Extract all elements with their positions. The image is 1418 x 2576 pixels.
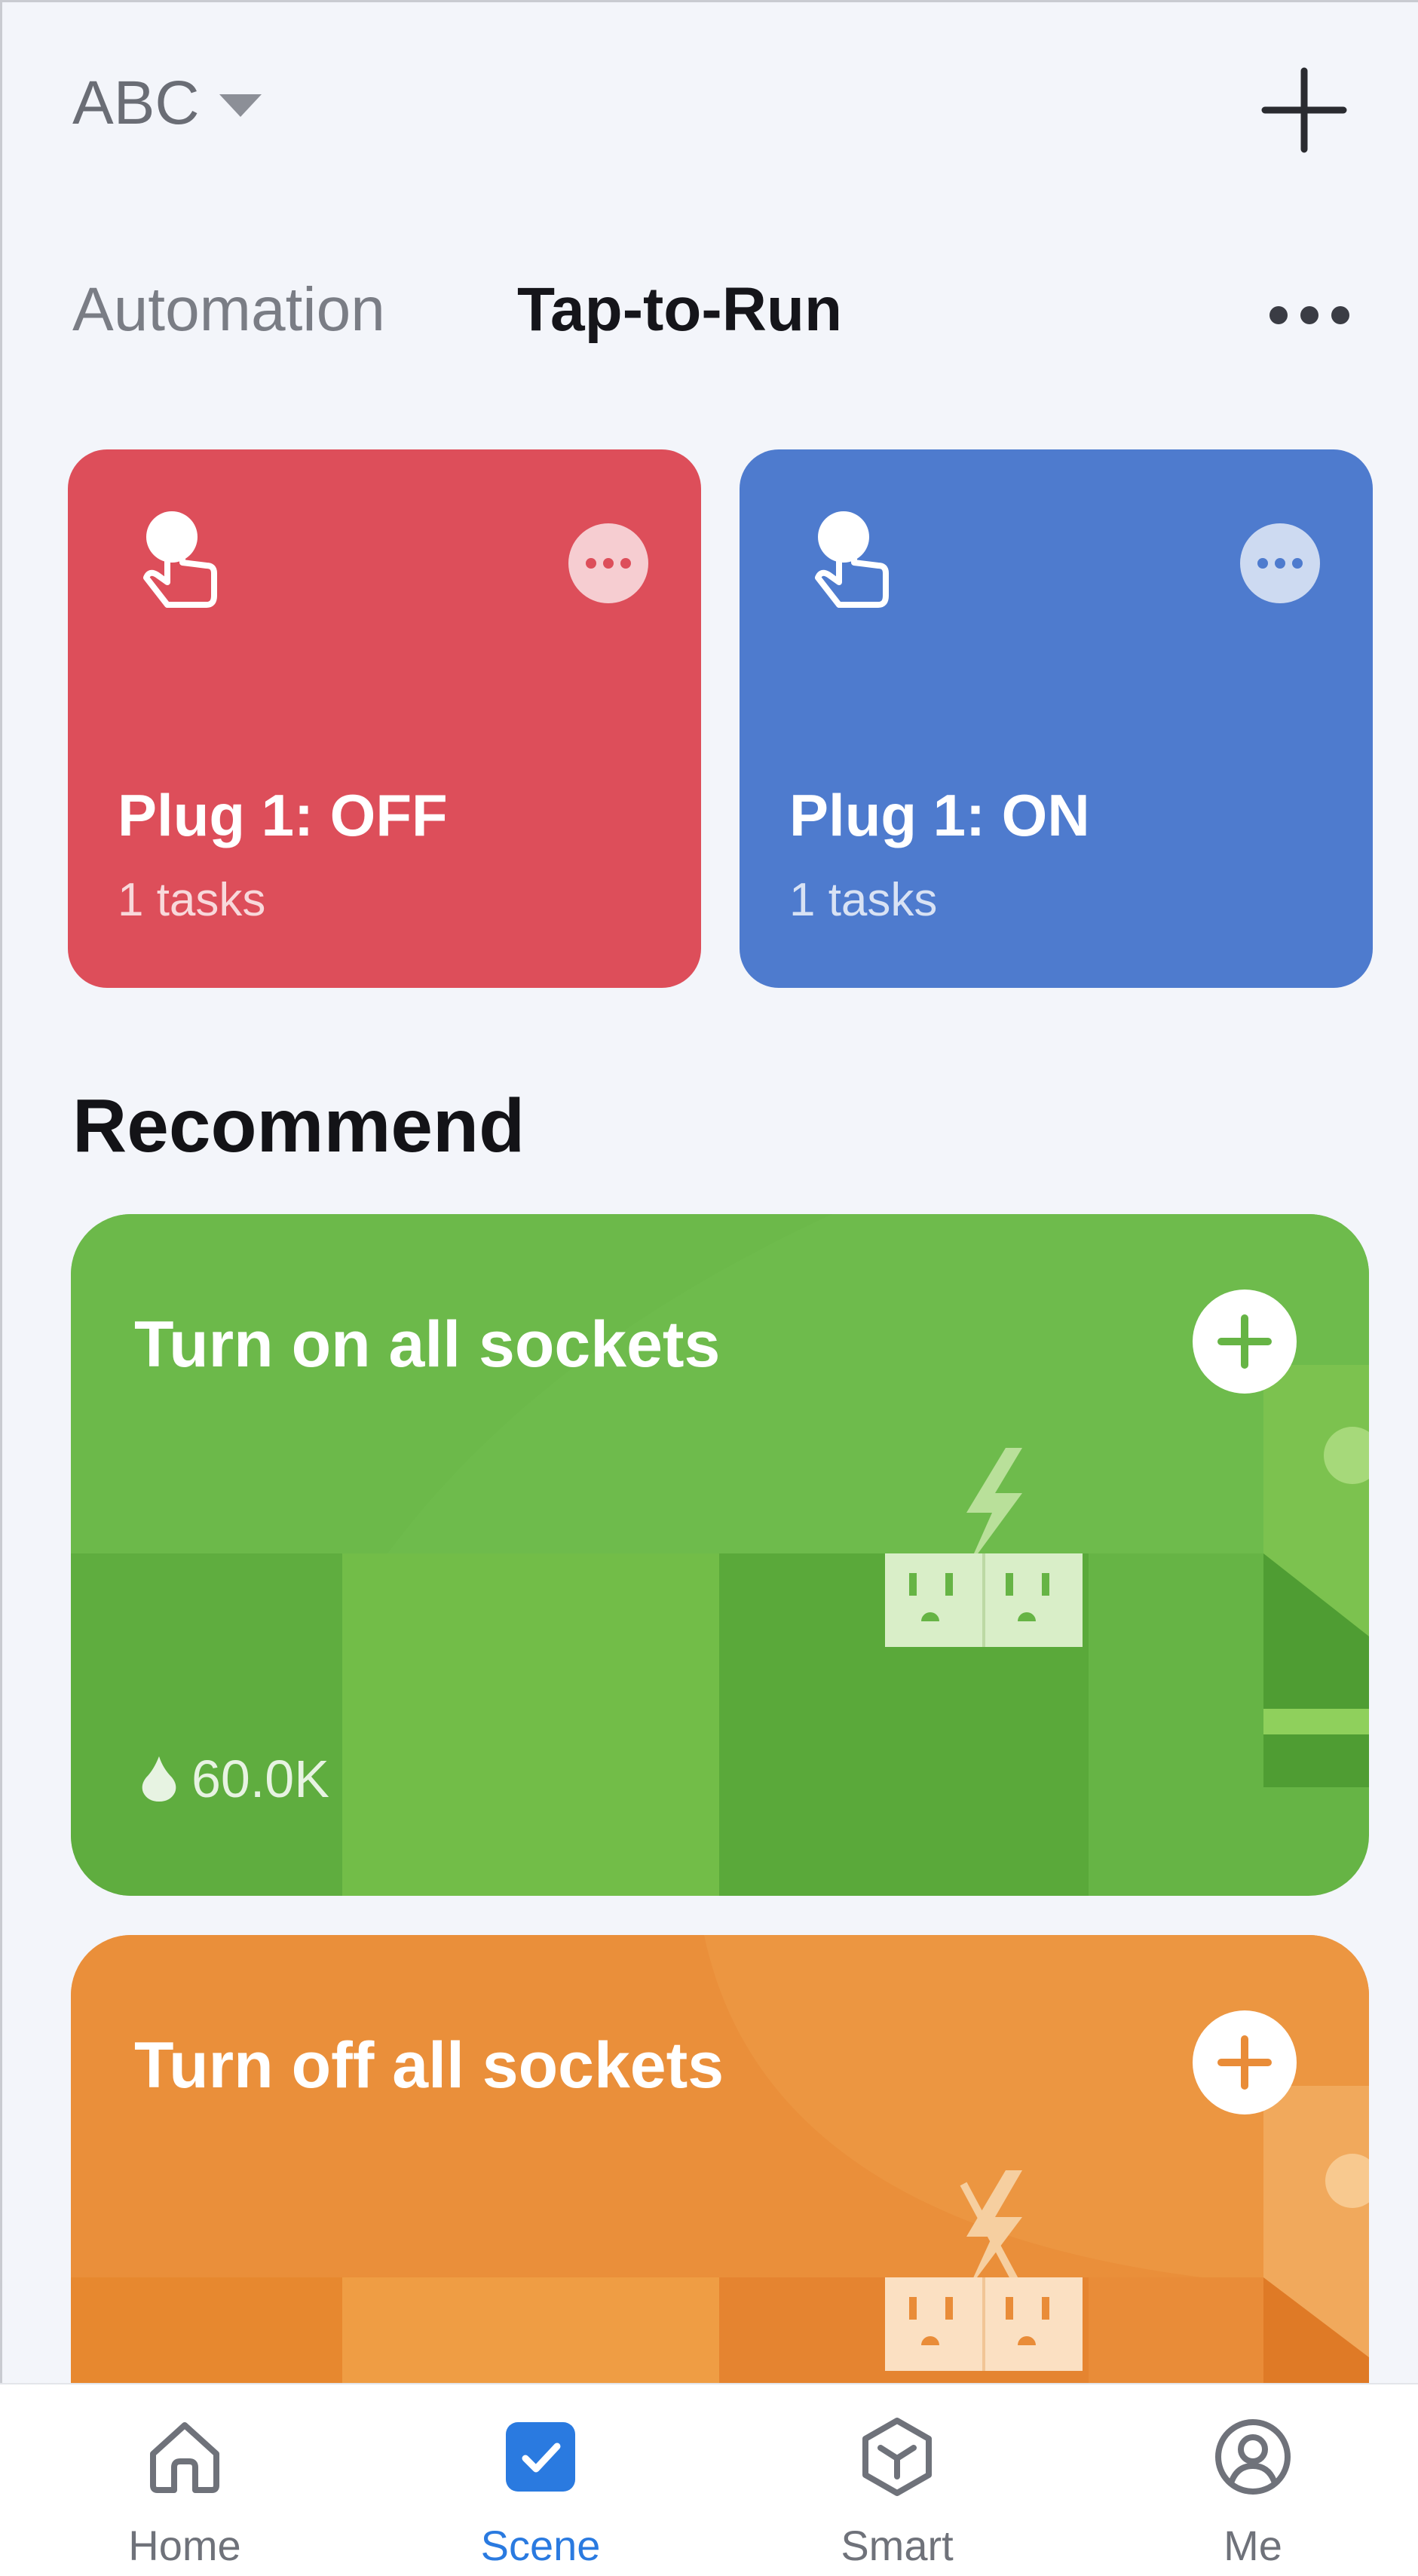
nav-label: Smart — [841, 2522, 954, 2569]
more-dot — [620, 558, 631, 569]
scene-card-plug-on[interactable]: Plug 1: ON 1 tasks — [740, 449, 1373, 988]
more-dot — [1275, 558, 1285, 569]
nav-scene[interactable]: Scene — [435, 2415, 646, 2573]
tap-hand-icon — [143, 511, 217, 608]
nav-label: Scene — [480, 2522, 601, 2569]
more-dot — [1300, 306, 1318, 324]
popularity-count: 60.0K — [191, 1750, 329, 1808]
tab-tap-to-run[interactable]: Tap-to-Run — [517, 279, 842, 341]
nav-label: Me — [1224, 2522, 1282, 2569]
plus-icon — [1217, 1314, 1272, 1369]
scene-name: Plug 1: ON — [789, 782, 1090, 848]
more-horizontal-icon — [1257, 558, 1268, 569]
user-icon — [1215, 2419, 1291, 2495]
recommend-title: Turn off all sockets — [134, 2029, 724, 2102]
nav-label: Home — [128, 2522, 241, 2569]
recommend-heading: Recommend — [72, 1084, 525, 1168]
scene-task-count: 1 tasks — [789, 874, 938, 926]
plus-icon — [1261, 67, 1347, 153]
tap-hand-icon — [815, 511, 889, 608]
recommend-title: Turn on all sockets — [134, 1308, 721, 1381]
scene-more-button[interactable] — [568, 523, 648, 603]
caret-down-icon — [219, 94, 262, 117]
home-icon — [150, 2422, 219, 2493]
more-dot — [603, 558, 614, 569]
scene-check-icon — [506, 2422, 575, 2492]
recommend-card-turn-on[interactable]: Turn on all sockets 60.0K — [71, 1214, 1369, 1896]
add-scene-button[interactable] — [1260, 66, 1348, 154]
nav-me[interactable]: Me — [1147, 2415, 1358, 2573]
add-recommend-button[interactable] — [1193, 2010, 1297, 2114]
more-dot — [1331, 306, 1349, 324]
nav-smart[interactable]: Smart — [792, 2415, 1003, 2573]
more-horizontal-icon — [586, 558, 596, 569]
popularity: 60.0K — [140, 1753, 329, 1805]
scene-name: Plug 1: OFF — [118, 782, 448, 848]
smart-cube-icon — [862, 2418, 932, 2496]
scene-card-plug-off[interactable]: Plug 1: OFF 1 tasks — [68, 449, 701, 988]
scene-task-count: 1 tasks — [118, 874, 266, 926]
tab-automation[interactable]: Automation — [72, 279, 385, 341]
more-horizontal-icon — [1269, 306, 1288, 324]
plus-icon — [1217, 2035, 1272, 2090]
add-recommend-button[interactable] — [1193, 1290, 1297, 1394]
flame-icon — [142, 1756, 176, 1802]
home-name: ABC — [72, 69, 200, 137]
home-selector[interactable]: ABC — [72, 72, 262, 134]
more-dot — [1292, 558, 1303, 569]
nav-home[interactable]: Home — [79, 2415, 290, 2573]
more-options-button[interactable] — [1269, 296, 1349, 335]
scene-more-button[interactable] — [1240, 523, 1320, 603]
bottom-navigation: Home Scene Smart Me — [0, 2383, 1418, 2576]
